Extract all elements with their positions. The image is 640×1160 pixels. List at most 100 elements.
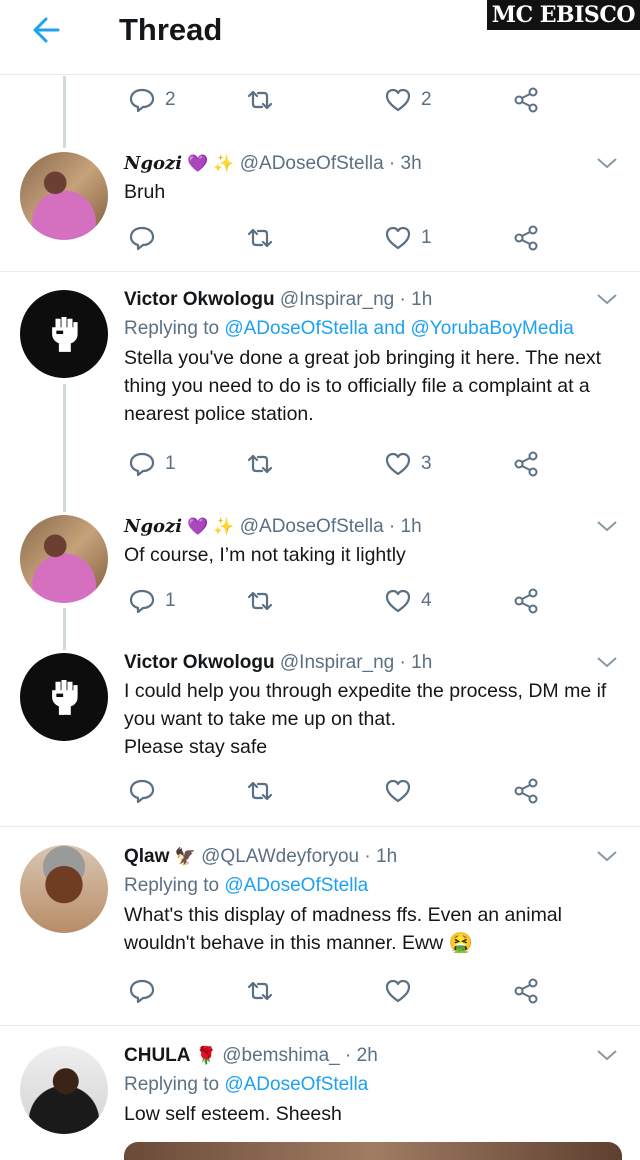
retweet-icon — [247, 781, 273, 801]
raised-fist-icon — [52, 317, 78, 352]
tweet-header: Victor Okwologu @Inspirar_ng · 1h — [124, 289, 433, 310]
heart-icon — [385, 779, 411, 803]
page-title: Thread — [119, 12, 223, 47]
share-icon — [514, 451, 538, 477]
tweet-header: Victor Okwologu @Inspirar_ng · 1h — [124, 652, 433, 673]
retweet-button[interactable] — [246, 450, 274, 478]
reply-icon — [129, 979, 155, 1004]
display-name[interactable]: CHULA — [124, 1045, 191, 1066]
like-button[interactable] — [384, 977, 412, 1005]
share-button[interactable] — [512, 224, 540, 252]
like-button[interactable]: 1 — [384, 224, 432, 252]
retweet-icon — [247, 90, 273, 110]
display-name[interactable]: Ngozi — [124, 516, 182, 537]
divider — [0, 826, 640, 827]
avatar[interactable] — [20, 290, 108, 378]
mention-link[interactable]: @ADoseOfStella — [224, 1074, 368, 1095]
tweet-header: Qlaw 🦅 @QLAWdeyforyou · 1h — [124, 846, 398, 867]
chevron-down-icon[interactable] — [596, 849, 618, 863]
reply-icon — [129, 452, 155, 477]
share-icon — [514, 225, 538, 251]
tweet-header: Ngozi 💜 ✨ @ADoseOfStella · 1h — [124, 516, 422, 537]
reply-icon — [129, 589, 155, 614]
retweet-icon — [247, 228, 273, 248]
chevron-down-icon[interactable] — [596, 655, 618, 669]
name-badges: 💜 ✨ — [187, 154, 235, 173]
like-button[interactable] — [384, 777, 412, 805]
handle[interactable]: @bemshima_ — [222, 1045, 340, 1066]
reply-count: 2 — [165, 89, 176, 110]
like-count: 2 — [421, 89, 432, 110]
share-icon — [514, 588, 538, 614]
reply-button[interactable] — [128, 977, 156, 1005]
timestamp[interactable]: 1h — [401, 516, 422, 537]
retweet-button[interactable] — [246, 224, 274, 252]
avatar[interactable] — [20, 845, 108, 933]
avatar[interactable] — [20, 152, 108, 240]
share-button[interactable] — [512, 977, 540, 1005]
timestamp[interactable]: 1h — [411, 652, 432, 673]
tweet-actions — [128, 777, 568, 807]
tweet-header: Ngozi 💜 ✨ @ADoseOfStella · 3h — [124, 153, 422, 174]
avatar[interactable] — [20, 515, 108, 603]
handle[interactable]: @Inspirar_ng — [280, 652, 394, 673]
display-name[interactable]: Victor Okwologu — [124, 652, 275, 673]
reply-button[interactable]: 1 — [128, 450, 176, 478]
reply-button[interactable]: 2 — [128, 86, 176, 114]
share-button[interactable] — [512, 777, 540, 805]
tweet-text: Stella you've done a great job bringing … — [124, 347, 602, 425]
timestamp[interactable]: 1h — [411, 289, 432, 310]
mention-link[interactable]: @ADoseOfStella and @YorubaBoyMedia — [224, 318, 573, 339]
reply-icon — [129, 779, 155, 804]
avatar[interactable] — [20, 653, 108, 741]
reply-icon — [129, 88, 155, 113]
retweet-button[interactable] — [246, 86, 274, 114]
share-button[interactable] — [512, 450, 540, 478]
share-button[interactable] — [512, 587, 540, 615]
display-name[interactable]: Qlaw — [124, 846, 169, 867]
media-preview[interactable] — [124, 1142, 622, 1160]
heart-icon — [385, 88, 411, 112]
thread-line — [63, 384, 66, 512]
watermark: MC EBISCO — [486, 0, 640, 30]
avatar[interactable] — [20, 1046, 108, 1134]
like-button[interactable]: 2 — [384, 86, 432, 114]
divider — [0, 271, 640, 272]
thread-line — [63, 76, 66, 148]
chevron-down-icon[interactable] — [596, 519, 618, 533]
like-button[interactable]: 4 — [384, 587, 432, 615]
chevron-down-icon[interactable] — [596, 156, 618, 170]
retweet-button[interactable] — [246, 977, 274, 1005]
retweet-button[interactable] — [246, 587, 274, 615]
retweet-icon — [247, 981, 273, 1001]
reply-button[interactable]: 1 — [128, 587, 176, 615]
display-name[interactable]: Ngozi — [124, 153, 182, 174]
timestamp[interactable]: 2h — [357, 1045, 378, 1066]
heart-icon — [385, 589, 411, 613]
retweet-button[interactable] — [246, 777, 274, 805]
reply-button[interactable] — [128, 777, 156, 805]
heart-icon — [385, 452, 411, 476]
handle[interactable]: @QLAWdeyforyou — [201, 846, 359, 867]
retweet-icon — [247, 591, 273, 611]
like-button[interactable]: 3 — [384, 450, 432, 478]
mention-link[interactable]: @ADoseOfStella — [224, 875, 368, 896]
share-button[interactable] — [512, 86, 540, 114]
replying-to: Replying to @ADoseOfStella — [124, 875, 369, 896]
back-arrow-icon[interactable] — [28, 12, 68, 48]
chevron-down-icon[interactable] — [596, 1048, 618, 1062]
raised-fist-icon — [52, 680, 78, 715]
display-name[interactable]: Victor Okwologu — [124, 289, 275, 310]
timestamp[interactable]: 1h — [376, 846, 397, 867]
chevron-down-icon[interactable] — [596, 292, 618, 306]
handle[interactable]: @ADoseOfStella — [240, 516, 384, 537]
reply-button[interactable] — [128, 224, 165, 252]
timestamp[interactable]: 3h — [401, 153, 422, 174]
share-icon — [514, 978, 538, 1004]
share-icon — [514, 778, 538, 804]
thread-line — [63, 608, 66, 650]
handle[interactable]: @Inspirar_ng — [280, 289, 394, 310]
replying-to: Replying to @ADoseOfStella and @YorubaBo… — [124, 318, 574, 339]
name-badges: 🦅 — [174, 847, 196, 866]
handle[interactable]: @ADoseOfStella — [240, 153, 384, 174]
